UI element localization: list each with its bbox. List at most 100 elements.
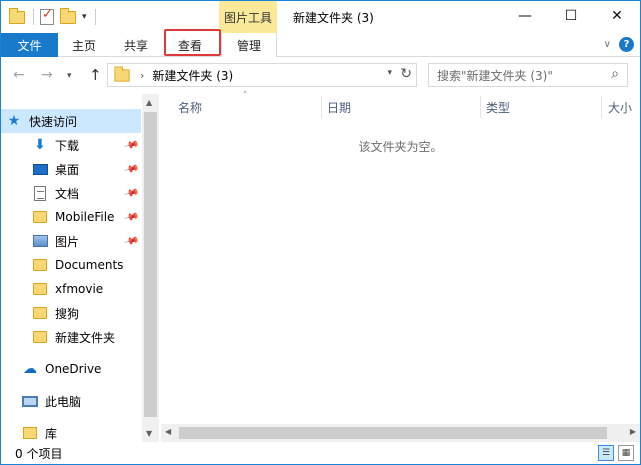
folder-icon <box>33 307 47 319</box>
sidebar-item-quick-access[interactable]: ★ 快速访问 <box>1 109 141 133</box>
sidebar-item-pictures[interactable]: 图片 📌 <box>1 229 141 253</box>
customize-toolbar-icon[interactable]: ▾ <box>82 12 87 22</box>
scroll-left-icon[interactable]: ◀ <box>165 427 171 436</box>
item-count: 0 个项目 <box>15 446 63 461</box>
empty-folder-message: 该文件夹为空。 <box>358 140 443 154</box>
sidebar-item-desktop[interactable]: 桌面 📌 <box>1 157 141 181</box>
search-icon[interactable]: ⌕ <box>611 66 619 82</box>
maximize-button[interactable]: ☐ <box>548 1 594 31</box>
pin-icon[interactable]: 📌 <box>123 161 139 177</box>
file-list: ˄ 名称 日期 类型 大小 该文件夹为空。 <box>161 91 640 424</box>
search-input[interactable]: 搜索"新建文件夹 (3)" ⌕ <box>428 63 628 87</box>
picture-tools-context-tab: 图片工具 <box>219 1 277 33</box>
column-divider[interactable] <box>601 96 602 118</box>
minimize-button[interactable]: — <box>502 1 548 31</box>
sidebar-item-xfmovie[interactable]: xfmovie <box>1 277 141 301</box>
content-horizontal-scrollbar[interactable]: ◀ ▶ <box>161 424 640 442</box>
sidebar-item-label: 新建文件夹 <box>55 330 116 345</box>
sidebar-item-label: 图片 <box>55 234 80 249</box>
window-title: 新建文件夹 (3) <box>293 11 374 25</box>
folder-icon <box>33 259 47 271</box>
close-button[interactable]: ✕ <box>594 1 640 31</box>
scroll-up-icon[interactable]: ▲ <box>146 98 152 107</box>
sort-ascending-icon: ˄ <box>243 91 248 101</box>
sidebar-item-label: xfmovie <box>55 282 104 296</box>
scrollbar-thumb[interactable] <box>179 427 607 439</box>
navigation-bar: ← → ▾ ↑ › 新建文件夹 (3) ▾ ↻ 搜索"新建文件夹 (3)" ⌕ <box>1 58 640 94</box>
forward-arrow-icon[interactable]: → <box>41 67 53 83</box>
column-header-date[interactable]: 日期 <box>327 94 351 120</box>
large-icons-view-icon[interactable]: ▦ <box>618 445 634 461</box>
search-placeholder: 搜索"新建文件夹 (3)" <box>437 68 553 83</box>
folder-icon <box>33 283 47 295</box>
toolbar-divider <box>33 9 34 25</box>
sidebar-item-label: OneDrive <box>45 362 102 376</box>
details-view-icon[interactable]: ☰ <box>598 445 614 461</box>
pin-icon[interactable]: 📌 <box>123 209 139 225</box>
address-history-icon[interactable]: ▾ <box>387 68 392 78</box>
download-icon: ⬇ <box>34 137 46 153</box>
properties-icon[interactable] <box>40 7 54 25</box>
folder-icon <box>114 65 130 82</box>
window-controls: — ☐ ✕ <box>502 1 640 31</box>
view-tab-highlight <box>164 29 221 56</box>
sidebar-item-label: 桌面 <box>55 162 80 177</box>
column-divider[interactable] <box>321 96 322 118</box>
tab-file[interactable]: 文件 <box>1 33 58 57</box>
ribbon-options: ∨ ? <box>604 37 634 52</box>
quick-access-toolbar: ▾ <box>9 7 96 27</box>
sidebar-item-label: Documents <box>55 258 124 272</box>
breadcrumb-chevron-icon[interactable]: › <box>140 69 144 82</box>
chevron-down-icon[interactable]: ∨ <box>604 39 611 50</box>
computer-icon <box>22 395 38 407</box>
document-icon <box>34 185 46 201</box>
library-icon <box>23 427 37 439</box>
sidebar-item-label: 下载 <box>55 138 80 153</box>
folder-icon <box>33 211 47 223</box>
navigation-pane: ★ 快速访问 ⬇ 下载 📌 桌面 📌 文档 📌 MobileFile 📌 图片 … <box>1 94 159 442</box>
folder-icon <box>9 7 25 24</box>
sidebar-item-sogou[interactable]: 搜狗 <box>1 301 141 325</box>
refresh-icon[interactable]: ↻ <box>400 66 412 82</box>
sidebar-item-label: 快速访问 <box>29 114 78 129</box>
sidebar-item-label: 此电脑 <box>45 394 82 409</box>
pin-icon[interactable]: 📌 <box>123 185 139 201</box>
tab-manage[interactable]: 管理 <box>221 33 277 57</box>
sidebar-item-documents[interactable]: 文档 📌 <box>1 181 141 205</box>
pin-icon[interactable]: 📌 <box>123 233 139 249</box>
toolbar-divider <box>94 9 96 25</box>
column-header-size[interactable]: 大小 <box>608 94 632 120</box>
recent-locations-icon[interactable]: ▾ <box>67 71 72 81</box>
tab-share[interactable]: 共享 <box>113 33 159 57</box>
scroll-down-icon[interactable]: ▼ <box>146 429 152 438</box>
sidebar-item-mobilefile[interactable]: MobileFile 📌 <box>1 205 141 229</box>
status-bar: 0 个项目 ☰ ▦ <box>1 442 640 464</box>
breadcrumb-current[interactable]: 新建文件夹 (3) <box>152 67 233 84</box>
address-bar[interactable]: › 新建文件夹 (3) ▾ ↻ <box>107 63 417 87</box>
scroll-right-icon[interactable]: ▶ <box>630 427 636 436</box>
pictures-icon <box>32 235 48 247</box>
sidebar-item-onedrive[interactable]: ☁ OneDrive <box>1 357 141 381</box>
column-header-name[interactable]: 名称 <box>178 94 202 120</box>
column-divider[interactable] <box>480 96 481 118</box>
back-arrow-icon[interactable]: ← <box>13 67 25 83</box>
sidebar-item-this-pc[interactable]: 此电脑 <box>1 389 141 413</box>
star-icon: ★ <box>7 113 21 129</box>
sidebar-item-downloads[interactable]: ⬇ 下载 📌 <box>1 133 141 157</box>
explorer-window: ▾ 图片工具 新建文件夹 (3) — ☐ ✕ 文件 主页 共享 查看 管理 ∨ … <box>0 0 641 465</box>
sidebar-item-new-folder[interactable]: 新建文件夹 <box>1 325 141 349</box>
tab-home[interactable]: 主页 <box>61 33 107 57</box>
column-header-type[interactable]: 类型 <box>486 94 510 120</box>
sidebar-item-label: 搜狗 <box>55 306 80 321</box>
sidebar-scrollbar[interactable]: ▲ ▼ <box>142 94 159 442</box>
cloud-icon: ☁ <box>23 361 37 377</box>
scrollbar-thumb[interactable] <box>144 112 157 417</box>
sidebar-item-documents-folder[interactable]: Documents <box>1 253 141 277</box>
pin-icon[interactable]: 📌 <box>123 137 139 153</box>
sidebar-item-label: 文档 <box>55 186 80 201</box>
title-bar: ▾ 图片工具 新建文件夹 (3) — ☐ ✕ <box>1 1 640 33</box>
help-icon[interactable]: ? <box>619 37 634 52</box>
up-arrow-icon[interactable]: ↑ <box>89 66 102 84</box>
new-folder-icon[interactable] <box>60 7 76 24</box>
folder-icon <box>33 331 47 343</box>
